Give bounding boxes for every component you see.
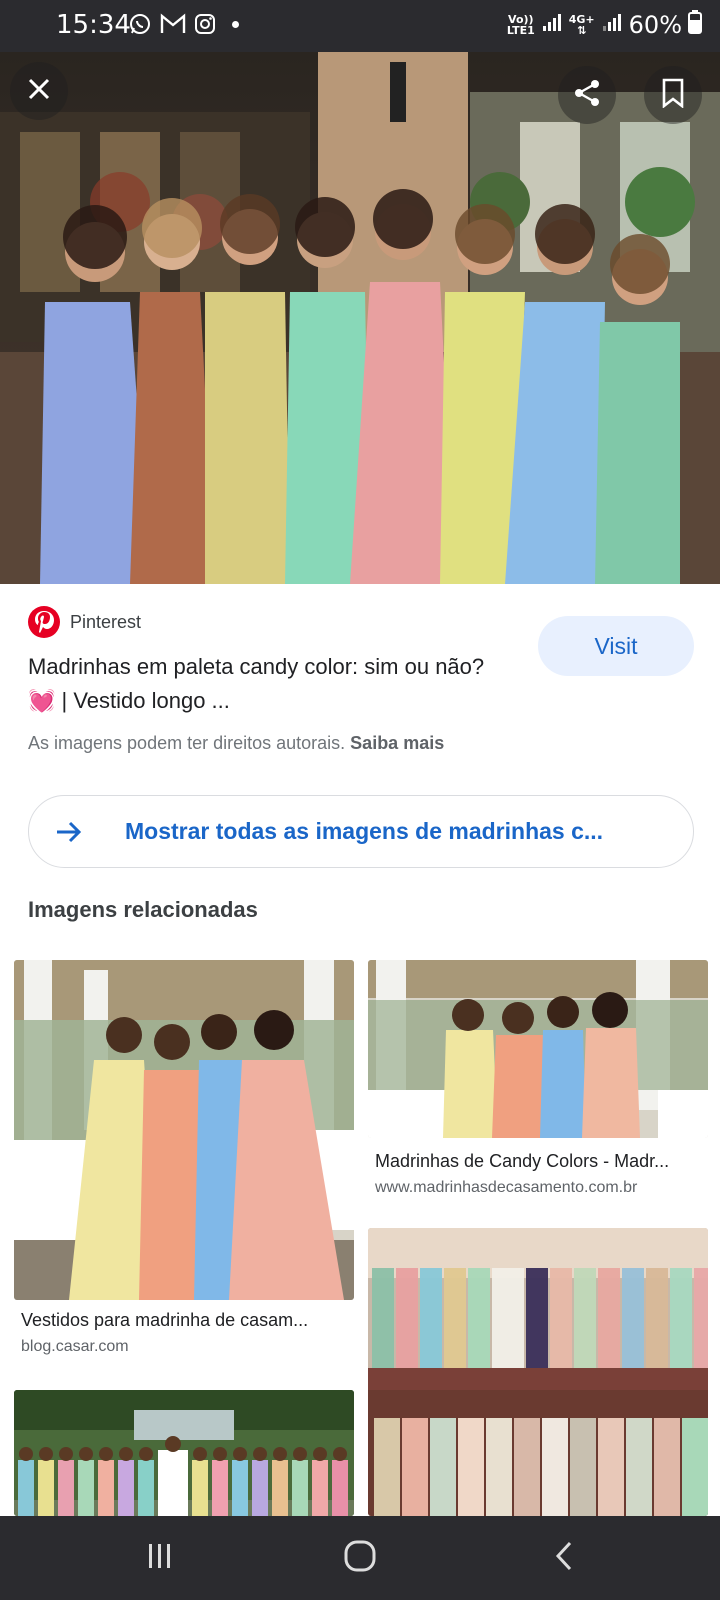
signal-icon-2: [601, 11, 623, 38]
whatsapp-icon: [128, 12, 152, 36]
source-name: Pinterest: [70, 611, 142, 632]
close-icon: [26, 76, 52, 107]
home-button[interactable]: [330, 1536, 390, 1580]
close-button[interactable]: [10, 62, 68, 120]
volte-indicator: Vo)) LTE1: [506, 12, 535, 37]
learn-more-link[interactable]: Saiba mais: [350, 733, 444, 753]
result-title[interactable]: Madrinhas em paleta candy color: sim ou …: [28, 650, 508, 718]
arrow-right-icon: [53, 817, 83, 847]
bookmark-button[interactable]: [644, 66, 702, 124]
related-domain-1: blog.casar.com: [21, 1338, 129, 1355]
system-navigation-bar: [0, 1516, 720, 1600]
share-icon: [572, 78, 602, 113]
show-all-label: Mostrar todas as imagens de madrinhas c.…: [125, 818, 604, 844]
pinterest-logo-icon: [28, 606, 60, 638]
share-button[interactable]: [558, 66, 616, 124]
recent-apps-icon: [145, 1541, 175, 1576]
main-image[interactable]: [0, 52, 720, 584]
gmail-icon: [160, 13, 186, 35]
battery-icon: [688, 10, 702, 39]
instagram-icon: [194, 13, 216, 35]
status-bar: 15:34 Vo)) LTE1 4G+ ⇅ 60%: [0, 0, 720, 52]
related-image-1[interactable]: [14, 960, 354, 1300]
related-caption-1[interactable]: Vestidos para madrinha de casam...: [21, 1310, 351, 1331]
related-images-heading: Imagens relacionadas: [28, 897, 258, 922]
show-all-images-button[interactable]: Mostrar todas as imagens de madrinhas c.…: [28, 795, 694, 868]
signal-icon: [541, 11, 563, 38]
battery-level: 60%: [628, 10, 682, 39]
back-icon: [552, 1540, 576, 1577]
related-caption-2[interactable]: Madrinhas de Candy Colors - Madr...: [375, 1151, 700, 1172]
related-image-4[interactable]: [14, 1390, 354, 1516]
data-type-indicator: 4G+ ⇅: [568, 12, 595, 37]
home-icon: [343, 1539, 377, 1578]
visit-button[interactable]: Visit: [538, 616, 694, 676]
related-domain-2: www.madrinhasdecasamento.com.br: [375, 1179, 638, 1196]
bookmark-icon: [661, 78, 685, 113]
notification-dot-icon: [232, 20, 239, 28]
related-image-3[interactable]: [368, 1228, 708, 1516]
recent-apps-button[interactable]: [130, 1536, 190, 1580]
related-image-2[interactable]: [368, 960, 708, 1138]
status-time: 15:34: [56, 10, 131, 40]
bridesmaids-photo: [0, 52, 720, 584]
back-button[interactable]: [534, 1536, 594, 1580]
source-row[interactable]: Pinterest: [28, 606, 141, 638]
copyright-notice: As imagens podem ter direitos autorais. …: [28, 733, 445, 753]
